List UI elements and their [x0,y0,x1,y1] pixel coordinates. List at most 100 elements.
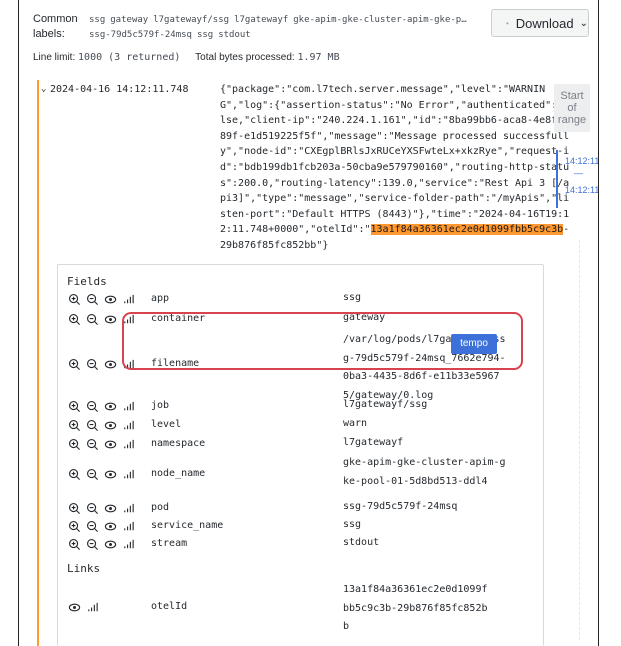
zoom-out-icon[interactable] [86,538,99,551]
label-chip: ssg [89,15,106,25]
field-name: level [151,419,182,430]
eye-icon[interactable] [104,313,117,326]
log-timestamp: 2024-04-16 14:12:11.748 [50,84,189,95]
field-name: service_name [151,520,224,531]
range-label: Start [560,90,584,102]
field-name: pod [151,502,170,513]
zoom-out-icon[interactable] [86,419,99,432]
eye-icon[interactable] [104,400,117,413]
eye-icon[interactable] [104,293,117,306]
zoom-in-icon[interactable] [68,538,81,551]
field-value: stdout [343,537,380,548]
log-message-text: {"package":"com.l7tech.server.message","… [220,84,570,236]
zoom-out-icon[interactable] [86,520,99,533]
zoom-out-icon[interactable] [86,293,99,306]
field-value: l7gatewayf [343,437,404,448]
stats-icon[interactable] [86,601,99,614]
range-dash: — [574,168,583,178]
common-labels-title: Common labels: [33,13,78,40]
field-actions [68,502,135,515]
zoom-out-icon[interactable] [86,313,99,326]
stats-icon[interactable] [122,438,135,451]
download-button[interactable]: Download ⌄ [491,9,589,37]
search-highlight: 13a1f84a36361ec2e0d1099fbb5c9c3b [370,224,564,236]
label-chip: gateway [110,15,149,25]
field-actions [68,538,135,551]
link-value: 13a1f84a36361ec2e0d1099fbb5c9c3b-29b876f… [343,584,488,632]
label-chip: gke-apim-gke-cluster-apim-gke-p… [293,15,467,25]
field-actions [68,468,135,481]
field-name: job [151,400,170,411]
link-row: otelId 13a1f84a36361ec2e0d1099fbb5c9c3b-… [58,583,545,635]
range-end-time: 14:12:11 [565,185,599,195]
zoom-out-icon[interactable] [86,438,99,451]
eye-icon[interactable] [104,438,117,451]
stats-icon[interactable] [122,293,135,306]
eye-icon[interactable] [104,520,117,533]
field-value: warn [343,418,368,429]
field-actions [68,419,135,432]
zoom-out-icon[interactable] [86,468,99,481]
stats-icon[interactable] [122,502,135,515]
field-row: stream stdout [58,536,545,554]
field-name: node_name [151,468,206,479]
zoom-in-icon[interactable] [68,358,81,371]
field-value: ssg [343,292,362,303]
zoom-in-icon[interactable] [68,502,81,515]
zoom-in-icon[interactable] [68,419,81,432]
range-start-time: 14:12:11 [565,156,599,166]
download-icon [506,21,509,25]
field-row: level warn [58,417,545,435]
field-value: ssg-79d5c579f-24msq [343,501,458,512]
log-details-panel: Common labels: ssg gateway l7gatewayf/ssg l… [18,0,599,646]
eye-icon[interactable] [68,601,81,614]
tempo-button[interactable]: tempo [451,334,497,354]
field-value: gke-apim-gke-cluster-apim-gke-pool-01-5d… [343,457,506,487]
eye-icon[interactable] [104,538,117,551]
label-chip: l7gatewayf [234,15,289,25]
links-title: Links [67,562,101,575]
zoom-out-icon[interactable] [86,502,99,515]
range-label: of [567,102,577,114]
eye-icon[interactable] [104,502,117,515]
bytes-value: 1.97 MB [297,52,340,63]
eye-icon[interactable] [104,358,117,371]
log-message: {"package":"com.l7tech.server.message","… [220,82,575,254]
zoom-in-icon[interactable] [68,293,81,306]
field-value: ssg [343,519,362,530]
stats-icon[interactable] [122,538,135,551]
start-of-range-button[interactable]: Start of range [554,84,590,132]
line-limit-label: Line limit: [33,52,76,63]
fields-title: Fields [67,275,107,288]
field-name: namespace [151,438,206,449]
field-row: namespace l7gatewayf [58,436,545,454]
chevron-down-icon[interactable]: ⌄ [41,82,46,98]
label-chip: ssg-79d5c579f-24msq [89,30,192,40]
field-row: app ssg [58,291,545,309]
field-row: job l7gatewayf/ssg [58,398,545,416]
field-value: l7gatewayf/ssg [343,399,428,410]
eye-icon[interactable] [104,468,117,481]
stats-icon[interactable] [122,468,135,481]
zoom-in-icon[interactable] [68,468,81,481]
zoom-in-icon[interactable] [68,313,81,326]
log-level-bar [37,80,39,646]
stats-icon[interactable] [122,419,135,432]
field-name: app [151,293,170,304]
stats-icon[interactable] [122,400,135,413]
query-stats: Line limit: 1000 (3 returned) Total byte… [33,52,340,63]
stats-icon[interactable] [122,520,135,533]
chevron-down-icon: ⌄ [579,17,588,29]
zoom-in-icon[interactable] [68,400,81,413]
eye-icon[interactable] [104,419,117,432]
link-name: otelId [151,601,188,612]
zoom-out-icon[interactable] [86,358,99,371]
field-actions [68,438,135,451]
field-row: node_name gke-apim-gke-cluster-apim-gke-… [58,455,545,495]
label-chip: l7gatewayf/ssg [153,15,230,25]
zoom-out-icon[interactable] [86,400,99,413]
zoom-in-icon[interactable] [68,520,81,533]
label-chips: ssg gateway l7gatewayf/ssg l7gatewayf gke-ap… [89,13,474,43]
bytes-label: Total bytes processed: [195,52,295,63]
zoom-in-icon[interactable] [68,438,81,451]
